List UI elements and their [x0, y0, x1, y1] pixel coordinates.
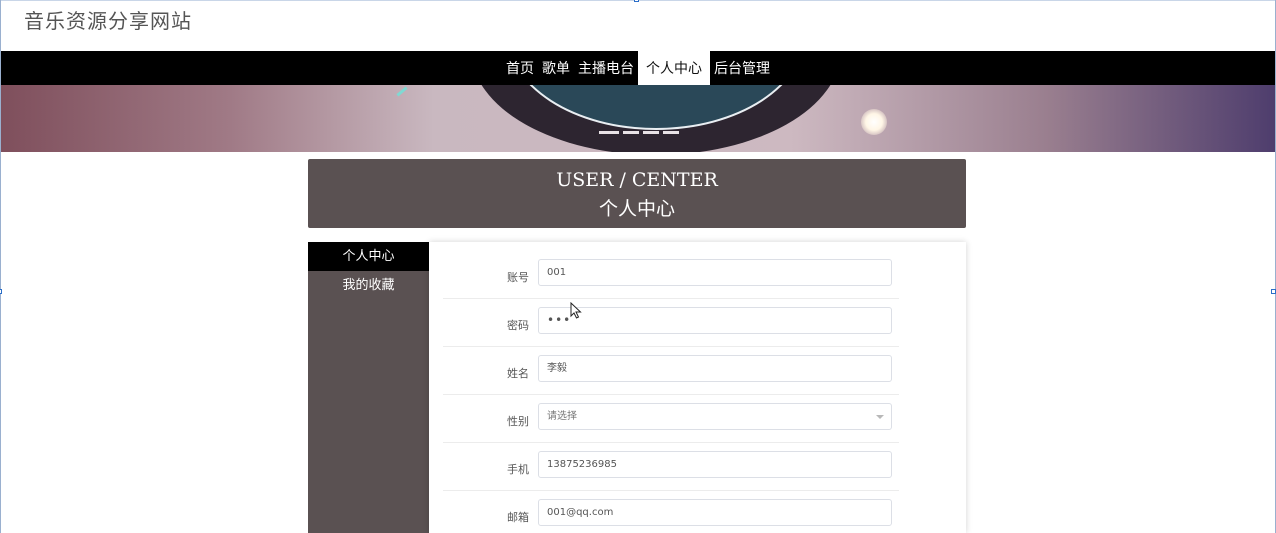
header-title-en: USER / CENTER — [556, 169, 718, 191]
account-label: 账号 — [507, 271, 529, 284]
banner-image — [1, 85, 1275, 152]
sidebar-item-user-center[interactable]: 个人中心 — [308, 242, 429, 271]
account-input[interactable]: 001 — [538, 259, 892, 286]
mouse-pointer-icon — [570, 302, 582, 319]
light-glint-graphic — [396, 86, 408, 97]
carousel-dot[interactable] — [599, 131, 619, 134]
user-center-header: USER / CENTER 个人中心 — [308, 159, 966, 228]
name-row: 姓名 李毅 — [443, 347, 899, 395]
carousel-dot[interactable] — [663, 131, 679, 134]
light-glow-graphic — [861, 109, 887, 135]
password-row: 密码 ••• — [443, 299, 899, 347]
sidebar-menu: 个人中心 我的收藏 — [308, 242, 429, 533]
profile-form-panel: 账号 001 密码 ••• 姓名 李毅 性别 请选择 手机 1387523698… — [429, 242, 966, 533]
gender-select-placeholder: 请选择 — [547, 411, 577, 422]
password-input[interactable]: ••• — [538, 307, 892, 334]
carousel-dot[interactable] — [643, 131, 659, 134]
phone-label: 手机 — [507, 463, 529, 476]
email-row: 邮箱 001@qq.com — [443, 491, 899, 533]
banner-carousel-indicators[interactable] — [599, 131, 679, 134]
gender-row: 性别 请选择 — [443, 395, 899, 443]
phone-row: 手机 13875236985 — [443, 443, 899, 491]
nav-admin[interactable]: 后台管理 — [710, 51, 774, 85]
sidebar-item-favorites[interactable]: 我的收藏 — [308, 271, 429, 300]
name-label: 姓名 — [507, 367, 529, 380]
gender-label: 性别 — [507, 415, 529, 428]
account-row: 账号 001 — [443, 251, 899, 299]
carousel-dot[interactable] — [623, 131, 639, 134]
resize-handle-left[interactable] — [0, 289, 2, 294]
name-input[interactable]: 李毅 — [538, 355, 892, 382]
chevron-down-icon — [876, 415, 884, 419]
top-navbar: 首页 歌单 主播电台 个人中心 后台管理 — [1, 51, 1275, 85]
resize-handle-right[interactable] — [1271, 289, 1276, 294]
header-title-cn: 个人中心 — [598, 198, 675, 220]
nav-radio[interactable]: 主播电台 — [574, 51, 638, 85]
resize-handle-top[interactable] — [634, 0, 639, 2]
password-label: 密码 — [507, 319, 529, 332]
nav-user-center[interactable]: 个人中心 — [638, 51, 710, 85]
nav-home[interactable]: 首页 — [502, 51, 538, 85]
nav-playlist[interactable]: 歌单 — [538, 51, 574, 85]
site-title: 音乐资源分享网站 — [24, 9, 192, 33]
gender-select[interactable]: 请选择 — [538, 403, 892, 430]
email-label: 邮箱 — [507, 511, 529, 524]
phone-input[interactable]: 13875236985 — [538, 451, 892, 478]
email-input[interactable]: 001@qq.com — [538, 499, 892, 526]
